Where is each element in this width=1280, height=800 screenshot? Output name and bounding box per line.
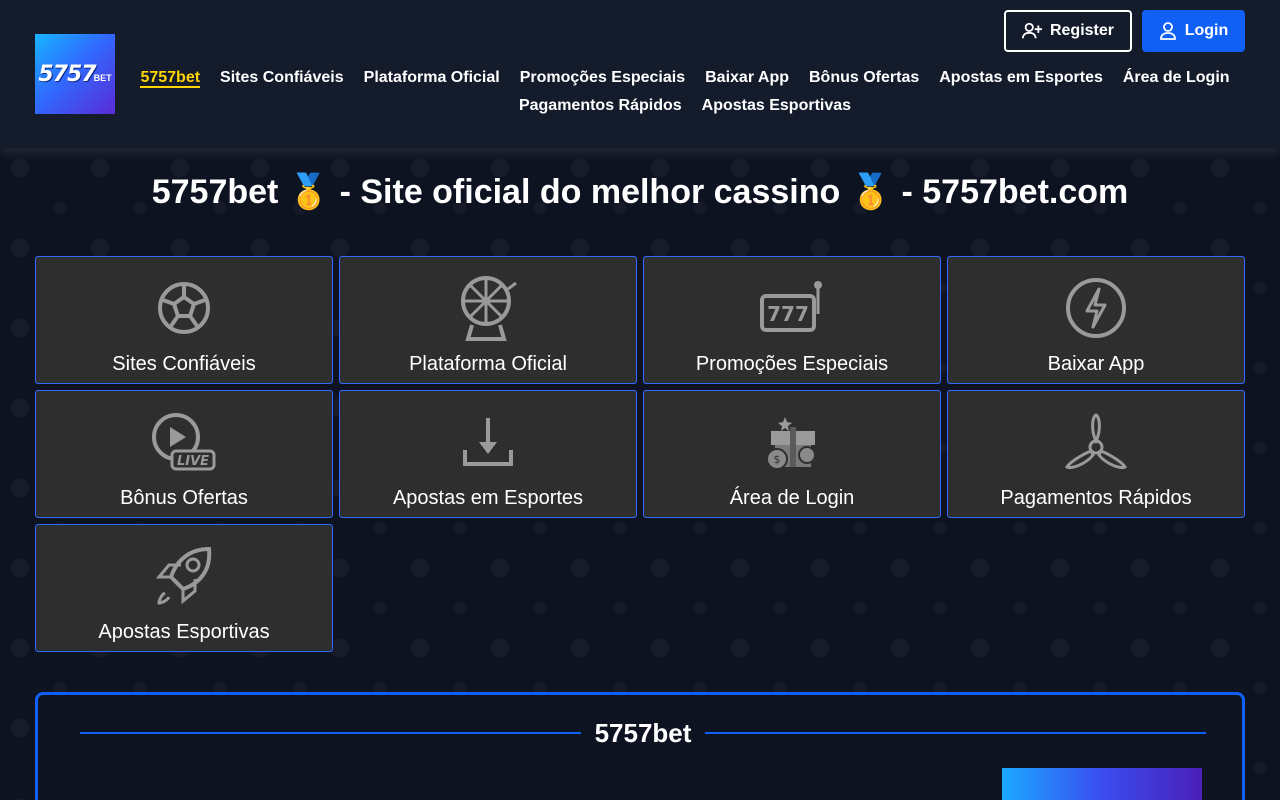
category-grid: Sites Confiáveis Plataforma Oficial 777 … [35,256,1245,652]
tile-label: Apostas em Esportes [392,487,584,509]
nav-item-area-de-login[interactable]: Área de Login [1113,68,1240,88]
section-title: 5757bet [594,717,692,748]
tile-label: Plataforma Oficial [409,353,567,375]
tile-area-de-login[interactable]: $ Área de Login [643,390,941,518]
svg-text:LIVE: LIVE [177,454,209,469]
slot-machine-icon: 777 [757,273,827,343]
divider-left [80,732,581,734]
nav-item-sites-confiaveis[interactable]: Sites Confiáveis [210,68,354,88]
tile-label: Promoções Especiais [695,353,889,375]
svg-text:$: $ [774,453,781,466]
section-heading: 5757bet [80,717,1206,749]
rocket-icon [149,541,219,611]
tile-baixar-app[interactable]: Baixar App [947,256,1245,384]
soccer-ball-icon [149,273,219,343]
logo-sub: BET [93,73,112,83]
nav-item-bonus-ofertas[interactable]: Bônus Ofertas [799,68,929,88]
svg-text:777: 777 [767,302,809,326]
nav-item-plataforma-oficial[interactable]: Plataforma Oficial [354,68,510,88]
main-nav: 5757bet Sites Confiáveis Plataforma Ofic… [125,68,1245,116]
site-logo[interactable]: 5757 BET [35,34,115,114]
tile-bonus-ofertas[interactable]: LIVE Bônus Ofertas [35,390,333,518]
user-icon [1159,22,1176,40]
add-user-icon [1022,22,1042,39]
tile-label: Sites Confiáveis [112,353,256,375]
nav-item-baixar-app[interactable]: Baixar App [695,68,799,88]
tile-label: Bônus Ofertas [120,487,248,509]
tile-promocoes-especiais[interactable]: 777 Promoções Especiais [643,256,941,384]
divider-right [705,732,1206,734]
tile-plataforma-oficial[interactable]: Plataforma Oficial [339,256,637,384]
promo-banner-image [1002,768,1202,800]
tile-label: Área de Login [729,487,855,509]
lightning-icon [1061,273,1131,343]
roulette-wheel-icon [453,273,523,343]
login-label: Login [1184,22,1229,39]
tile-label: Apostas Esportivas [98,621,270,643]
tile-pagamentos-rapidos[interactable]: Pagamentos Rápidos [947,390,1245,518]
page-title: 5757bet 🥇 - Site oficial do melhor cassi… [151,173,1129,211]
nav-item-apostas-esportivas[interactable]: Apostas Esportivas [692,96,861,116]
download-icon [453,407,523,477]
tile-apostas-esportivas[interactable]: Apostas Esportivas [35,524,333,652]
tile-sites-confiaveis[interactable]: Sites Confiáveis [35,256,333,384]
live-play-icon: LIVE [149,407,219,477]
tile-apostas-em-esportes[interactable]: Apostas em Esportes [339,390,637,518]
nav-item-home[interactable]: 5757bet [130,68,210,88]
gift-coins-icon: $ [757,407,827,477]
nav-item-promocoes-especiais[interactable]: Promoções Especiais [510,68,695,88]
auth-buttons: Register Login [1004,10,1245,52]
register-label: Register [1049,22,1114,39]
logo-text: 5757 [38,61,96,87]
site-header: 5757 BET Register Login 5757bet Sites Co… [0,0,1280,148]
tile-label: Baixar App [1047,353,1145,375]
login-button[interactable]: Login [1142,10,1245,52]
content-section: 5757bet [35,692,1245,800]
tile-label: Pagamentos Rápidos [1000,487,1192,509]
nav-item-apostas-em-esportes[interactable]: Apostas em Esportes [929,68,1113,88]
propeller-icon [1061,407,1131,477]
nav-item-pagamentos-rapidos[interactable]: Pagamentos Rápidos [509,96,692,116]
register-button[interactable]: Register [1004,10,1132,52]
